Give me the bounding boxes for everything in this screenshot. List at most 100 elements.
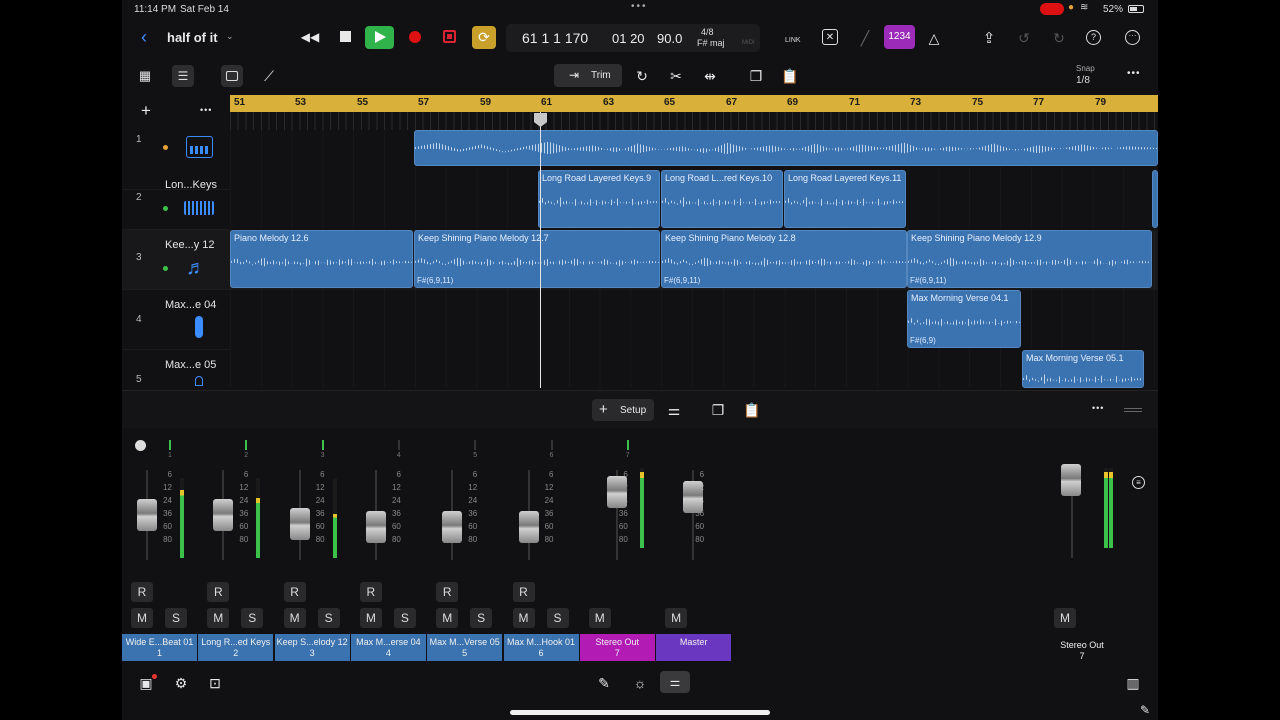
project-title[interactable]: half of it: [167, 30, 218, 45]
pencil-corner-icon[interactable]: ✎: [1140, 703, 1150, 717]
mixer-view-button[interactable]: ⚌: [660, 671, 690, 693]
volume-fader[interactable]: [289, 507, 310, 540]
paste-icon[interactable]: 📋: [742, 400, 762, 420]
snap-value[interactable]: 1/8: [1076, 75, 1090, 86]
smart-controls-icon[interactable]: ☼: [630, 674, 650, 692]
mixer-more-icon[interactable]: •••: [1092, 403, 1104, 413]
automation-icon[interactable]: ⟋: [259, 66, 279, 86]
mute-button[interactable]: M: [283, 608, 306, 628]
count-in-icon[interactable]: ✕: [822, 29, 838, 45]
scissors-icon[interactable]: ✂: [666, 66, 686, 86]
volume-fader[interactable]: [213, 498, 234, 531]
solo-button[interactable]: S: [393, 608, 416, 628]
record-enable-button[interactable]: R: [131, 582, 153, 602]
volume-fader[interactable]: [683, 481, 704, 514]
timeline-ruler[interactable]: 51 53 55 57 59 61 63 65 67 69 71 73 75 7…: [230, 95, 1158, 112]
help-icon[interactable]: ?: [1086, 30, 1101, 45]
track-header-5[interactable]: 5 Max...e 05: [122, 350, 230, 388]
audio-region[interactable]: Keep Shining Piano Melody 12.7 F#(6,9,11): [414, 230, 660, 288]
loop-tool-icon[interactable]: ↻: [632, 66, 652, 86]
project-menu-chevron-icon[interactable]: ⌄: [226, 31, 234, 42]
piano-keys-icon[interactable]: ▥: [1122, 674, 1144, 692]
mute-button[interactable]: M: [436, 608, 459, 628]
audio-region[interactable]: Max Morning Verse 05.1: [1022, 350, 1144, 388]
audio-region[interactable]: Long Road Layered Keys.11: [784, 170, 906, 228]
mute-button[interactable]: M: [588, 608, 611, 628]
mute-button[interactable]: M: [131, 608, 153, 628]
record-button[interactable]: [409, 31, 421, 43]
browser-grid-icon[interactable]: ▦: [136, 67, 154, 85]
join-icon[interactable]: ⇹: [700, 66, 720, 86]
audio-region-partial[interactable]: [1152, 170, 1158, 228]
more-options-icon[interactable]: ···: [1125, 30, 1140, 45]
multitask-dots-icon[interactable]: •••: [631, 1, 648, 12]
copy-icon[interactable]: ❐: [746, 66, 766, 86]
channel-eq-icon[interactable]: ⚌: [664, 400, 684, 420]
record-enable-button[interactable]: R: [512, 582, 535, 602]
mute-button[interactable]: M: [665, 608, 688, 628]
record-enable-button[interactable]: R: [283, 582, 306, 602]
audio-region[interactable]: Keep Shining Piano Melody 12.8 F#(6,9,11): [661, 230, 907, 288]
track-header-4[interactable]: 4 Max...e 04: [122, 290, 230, 350]
record-enable-button[interactable]: R: [436, 582, 459, 602]
record-enable-button[interactable]: R: [207, 582, 230, 602]
track-header-more-icon[interactable]: •••: [200, 105, 212, 115]
play-button[interactable]: [365, 26, 394, 49]
channel-name[interactable]: Master: [656, 634, 732, 661]
channel-name[interactable]: Stereo Out 7: [579, 634, 655, 661]
setup-button[interactable]: + Setup: [592, 399, 654, 421]
mute-button[interactable]: M: [207, 608, 230, 628]
region-view-button[interactable]: [221, 65, 243, 87]
share-icon[interactable]: ⇪: [980, 28, 998, 48]
inspector-icon[interactable]: ⚙: [171, 674, 191, 692]
tuner-icon[interactable]: ╱: [856, 29, 874, 47]
channel-name[interactable]: Keep S...elody 12 3: [274, 634, 350, 661]
channel-name[interactable]: Max M...erse 04 4: [350, 634, 426, 661]
audio-region[interactable]: Piano Melody 12.6: [230, 230, 413, 288]
mute-button[interactable]: M: [512, 608, 535, 628]
mute-button[interactable]: M: [1054, 608, 1076, 628]
back-chevron-icon[interactable]: ‹: [134, 27, 154, 47]
trim-tool-button[interactable]: ⇥ Trim: [554, 64, 622, 87]
track-header-3[interactable]: 3 Kee...y 12 ♬: [122, 230, 230, 290]
channel-name[interactable]: Wide E...Beat 01 1: [122, 634, 197, 661]
solo-button[interactable]: S: [165, 608, 187, 628]
audio-region[interactable]: Max Morning Verse 04.1 F#(6,9): [907, 290, 1021, 348]
stereo-out-fader[interactable]: [1061, 464, 1081, 496]
solo-button[interactable]: S: [546, 608, 569, 628]
home-indicator[interactable]: [510, 710, 770, 715]
volume-fader[interactable]: [442, 511, 463, 544]
solo-button[interactable]: S: [317, 608, 340, 628]
redo-icon[interactable]: ↻: [1050, 29, 1068, 47]
audio-region[interactable]: Long Road L...red Keys.10: [661, 170, 783, 228]
metronome-counter-button[interactable]: 1234: [884, 25, 915, 49]
solo-button[interactable]: S: [470, 608, 493, 628]
record-enable-button[interactable]: R: [359, 582, 382, 602]
editor-pencil-icon[interactable]: ✎: [594, 674, 614, 692]
tuner-view-icon[interactable]: ⊡: [205, 674, 225, 692]
drum-region[interactable]: [414, 130, 1158, 166]
volume-fader[interactable]: [606, 476, 627, 508]
stop-button[interactable]: [340, 31, 351, 42]
playhead[interactable]: [540, 112, 541, 388]
track-header-2[interactable]: 2 Lon...Keys: [122, 170, 230, 230]
undo-icon[interactable]: ↺: [1015, 29, 1033, 47]
metronome-icon[interactable]: △: [925, 29, 943, 47]
channel-name[interactable]: Long R...ed Keys 2: [198, 634, 274, 661]
channel-name[interactable]: Max M...Hook 01 6: [503, 634, 579, 661]
resize-handle-icon[interactable]: [1124, 408, 1142, 412]
cycle-button[interactable]: ⟳: [472, 26, 496, 49]
capture-record-button[interactable]: [443, 30, 456, 43]
volume-fader[interactable]: [518, 511, 539, 544]
rewind-button[interactable]: ◀◀: [299, 27, 321, 47]
audio-region[interactable]: Keep Shining Piano Melody 12.9 F#(6,9,11): [907, 230, 1152, 288]
volume-fader[interactable]: [365, 511, 386, 544]
link-button[interactable]: LINK: [785, 37, 801, 44]
channel-name[interactable]: Max M...Verse 05 5: [427, 634, 503, 661]
mute-button[interactable]: M: [359, 608, 382, 628]
tracks-more-icon[interactable]: •••: [1127, 68, 1141, 79]
volume-fader[interactable]: [137, 498, 157, 531]
paste-icon[interactable]: 📋: [780, 66, 800, 86]
audio-region[interactable]: Long Road Layered Keys.9: [538, 170, 660, 228]
tracks-view-icon[interactable]: ☰: [172, 65, 194, 87]
